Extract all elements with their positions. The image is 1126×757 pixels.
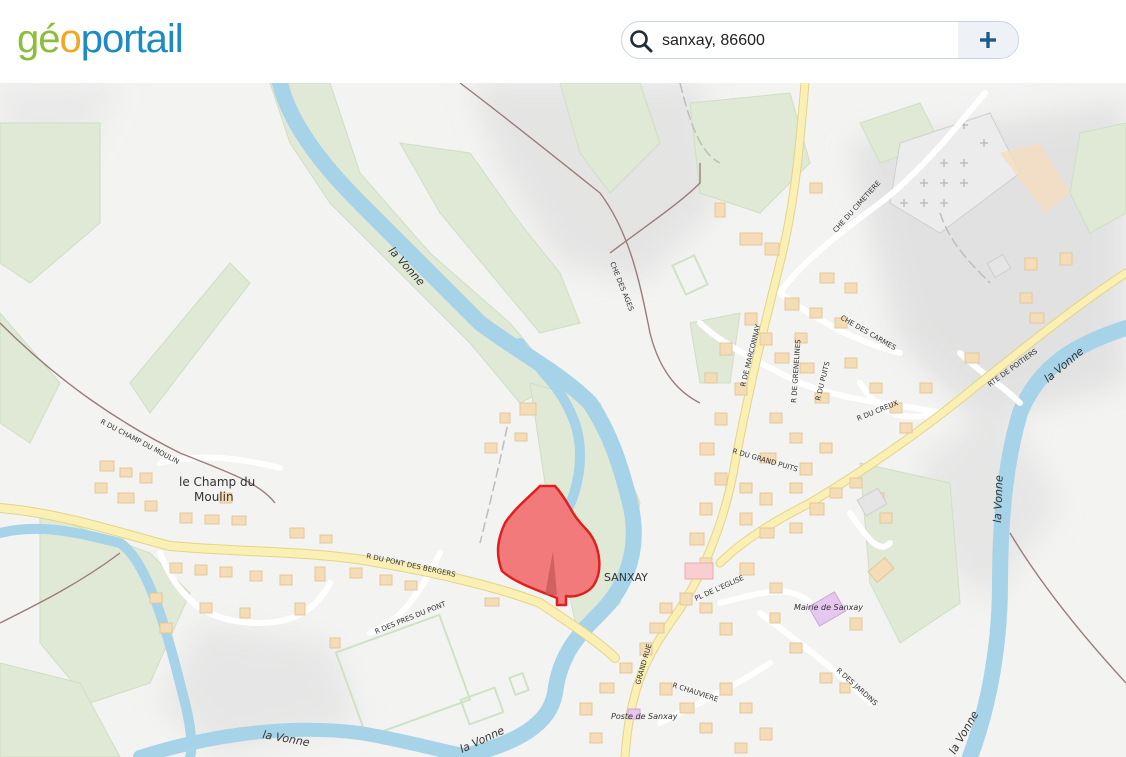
search-icon[interactable]	[628, 28, 654, 54]
logo-part-o: o	[59, 17, 82, 61]
plus-icon	[980, 32, 996, 48]
search-bar	[621, 21, 1019, 59]
label-r-chauviere: R CHAUVIERE	[671, 681, 719, 703]
search-input[interactable]	[662, 30, 962, 52]
label-champ-line2: Moulin	[194, 490, 234, 504]
logo-part-portail: portail	[80, 17, 184, 61]
add-button[interactable]	[958, 22, 1018, 58]
label-r-champ-moulin: R DU CHAMP DU MOULIN	[99, 418, 180, 466]
field-outlines	[334, 254, 709, 739]
label-poste: Poste de Sanxay	[611, 712, 678, 721]
header: géoportail	[0, 0, 1126, 83]
label-sanxay: SANXAY	[604, 571, 648, 584]
label-la-vonne-3: la Vonne	[991, 475, 1006, 523]
label-r-grand-puits: R DU GRAND PUITS	[731, 447, 799, 473]
geoportail-logo[interactable]: géoportail	[17, 14, 184, 64]
label-mairie: Mairie de Sanxay	[794, 603, 863, 612]
label-champ-line1: le Champ du	[179, 475, 255, 489]
logo-part-ge: gé	[17, 17, 60, 61]
map-view[interactable]: la Vonne la Vonne la Vonne la Vonne la V…	[0, 83, 1126, 757]
map-canvas: la Vonne la Vonne la Vonne la Vonne la V…	[0, 83, 1126, 757]
